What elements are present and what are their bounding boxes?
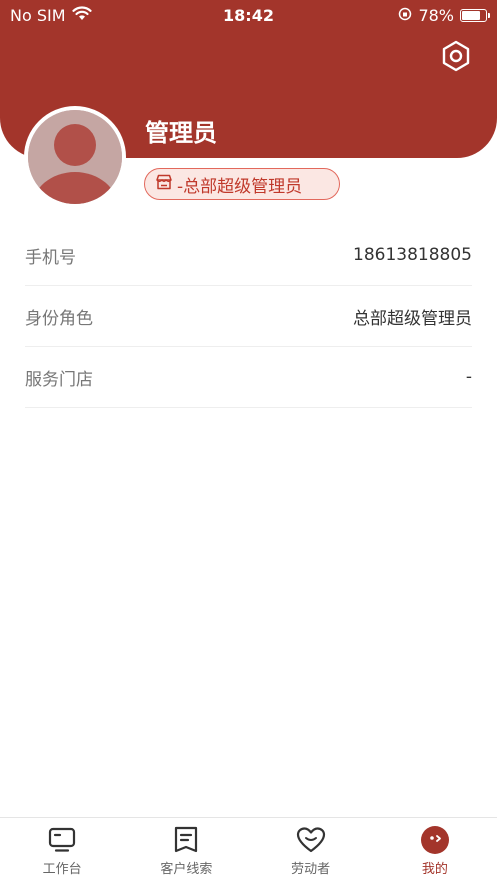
bottom-tab-bar: 工作台 客户线索 劳动者 我的 — [0, 817, 497, 883]
info-label: 手机号 — [25, 247, 76, 268]
heart-icon — [296, 826, 326, 854]
profile-info-list: 手机号 18613818805 身份角色 总部超级管理员 服务门店 - — [25, 225, 472, 408]
info-row-store: 服务门店 - — [25, 347, 472, 408]
user-name: 管理员 — [145, 119, 217, 147]
status-bar: No SIM 18:42 78% — [0, 0, 497, 30]
tab-label: 劳动者 — [291, 862, 331, 877]
tab-workbench[interactable]: 工作台 — [0, 818, 124, 883]
carrier-label: No SIM — [10, 5, 66, 25]
battery-level — [462, 10, 480, 20]
settings-hexagon-icon — [439, 39, 473, 77]
tab-mine[interactable]: 我的 — [373, 818, 497, 883]
info-row-phone: 手机号 18613818805 — [25, 225, 472, 286]
info-row-role: 身份角色 总部超级管理员 — [25, 286, 472, 347]
store-icon — [155, 173, 173, 196]
default-avatar-icon — [28, 110, 122, 204]
face-icon — [420, 826, 450, 854]
monitor-icon — [47, 826, 77, 854]
info-value: 18613818805 — [353, 245, 472, 265]
info-value: 总部超级管理员 — [353, 308, 472, 329]
info-value: - — [465, 367, 472, 387]
tab-workers[interactable]: 劳动者 — [249, 818, 373, 883]
role-badge: -总部超级管理员 — [144, 168, 340, 200]
wifi-icon — [71, 5, 92, 25]
battery-percent: 78% — [418, 5, 454, 25]
settings-button[interactable] — [436, 38, 476, 78]
battery-icon — [460, 8, 490, 22]
info-label: 服务门店 — [25, 369, 93, 390]
info-label: 身份角色 — [25, 308, 93, 329]
role-badge-label: -总部超级管理员 — [177, 176, 303, 197]
tab-label: 工作台 — [42, 862, 82, 877]
avatar[interactable] — [24, 106, 126, 208]
orientation-lock-icon — [398, 6, 412, 25]
tab-label: 我的 — [421, 862, 448, 877]
tab-customer-leads[interactable]: 客户线索 — [124, 818, 248, 883]
tab-label: 客户线索 — [160, 862, 213, 877]
receipt-icon — [171, 826, 201, 854]
